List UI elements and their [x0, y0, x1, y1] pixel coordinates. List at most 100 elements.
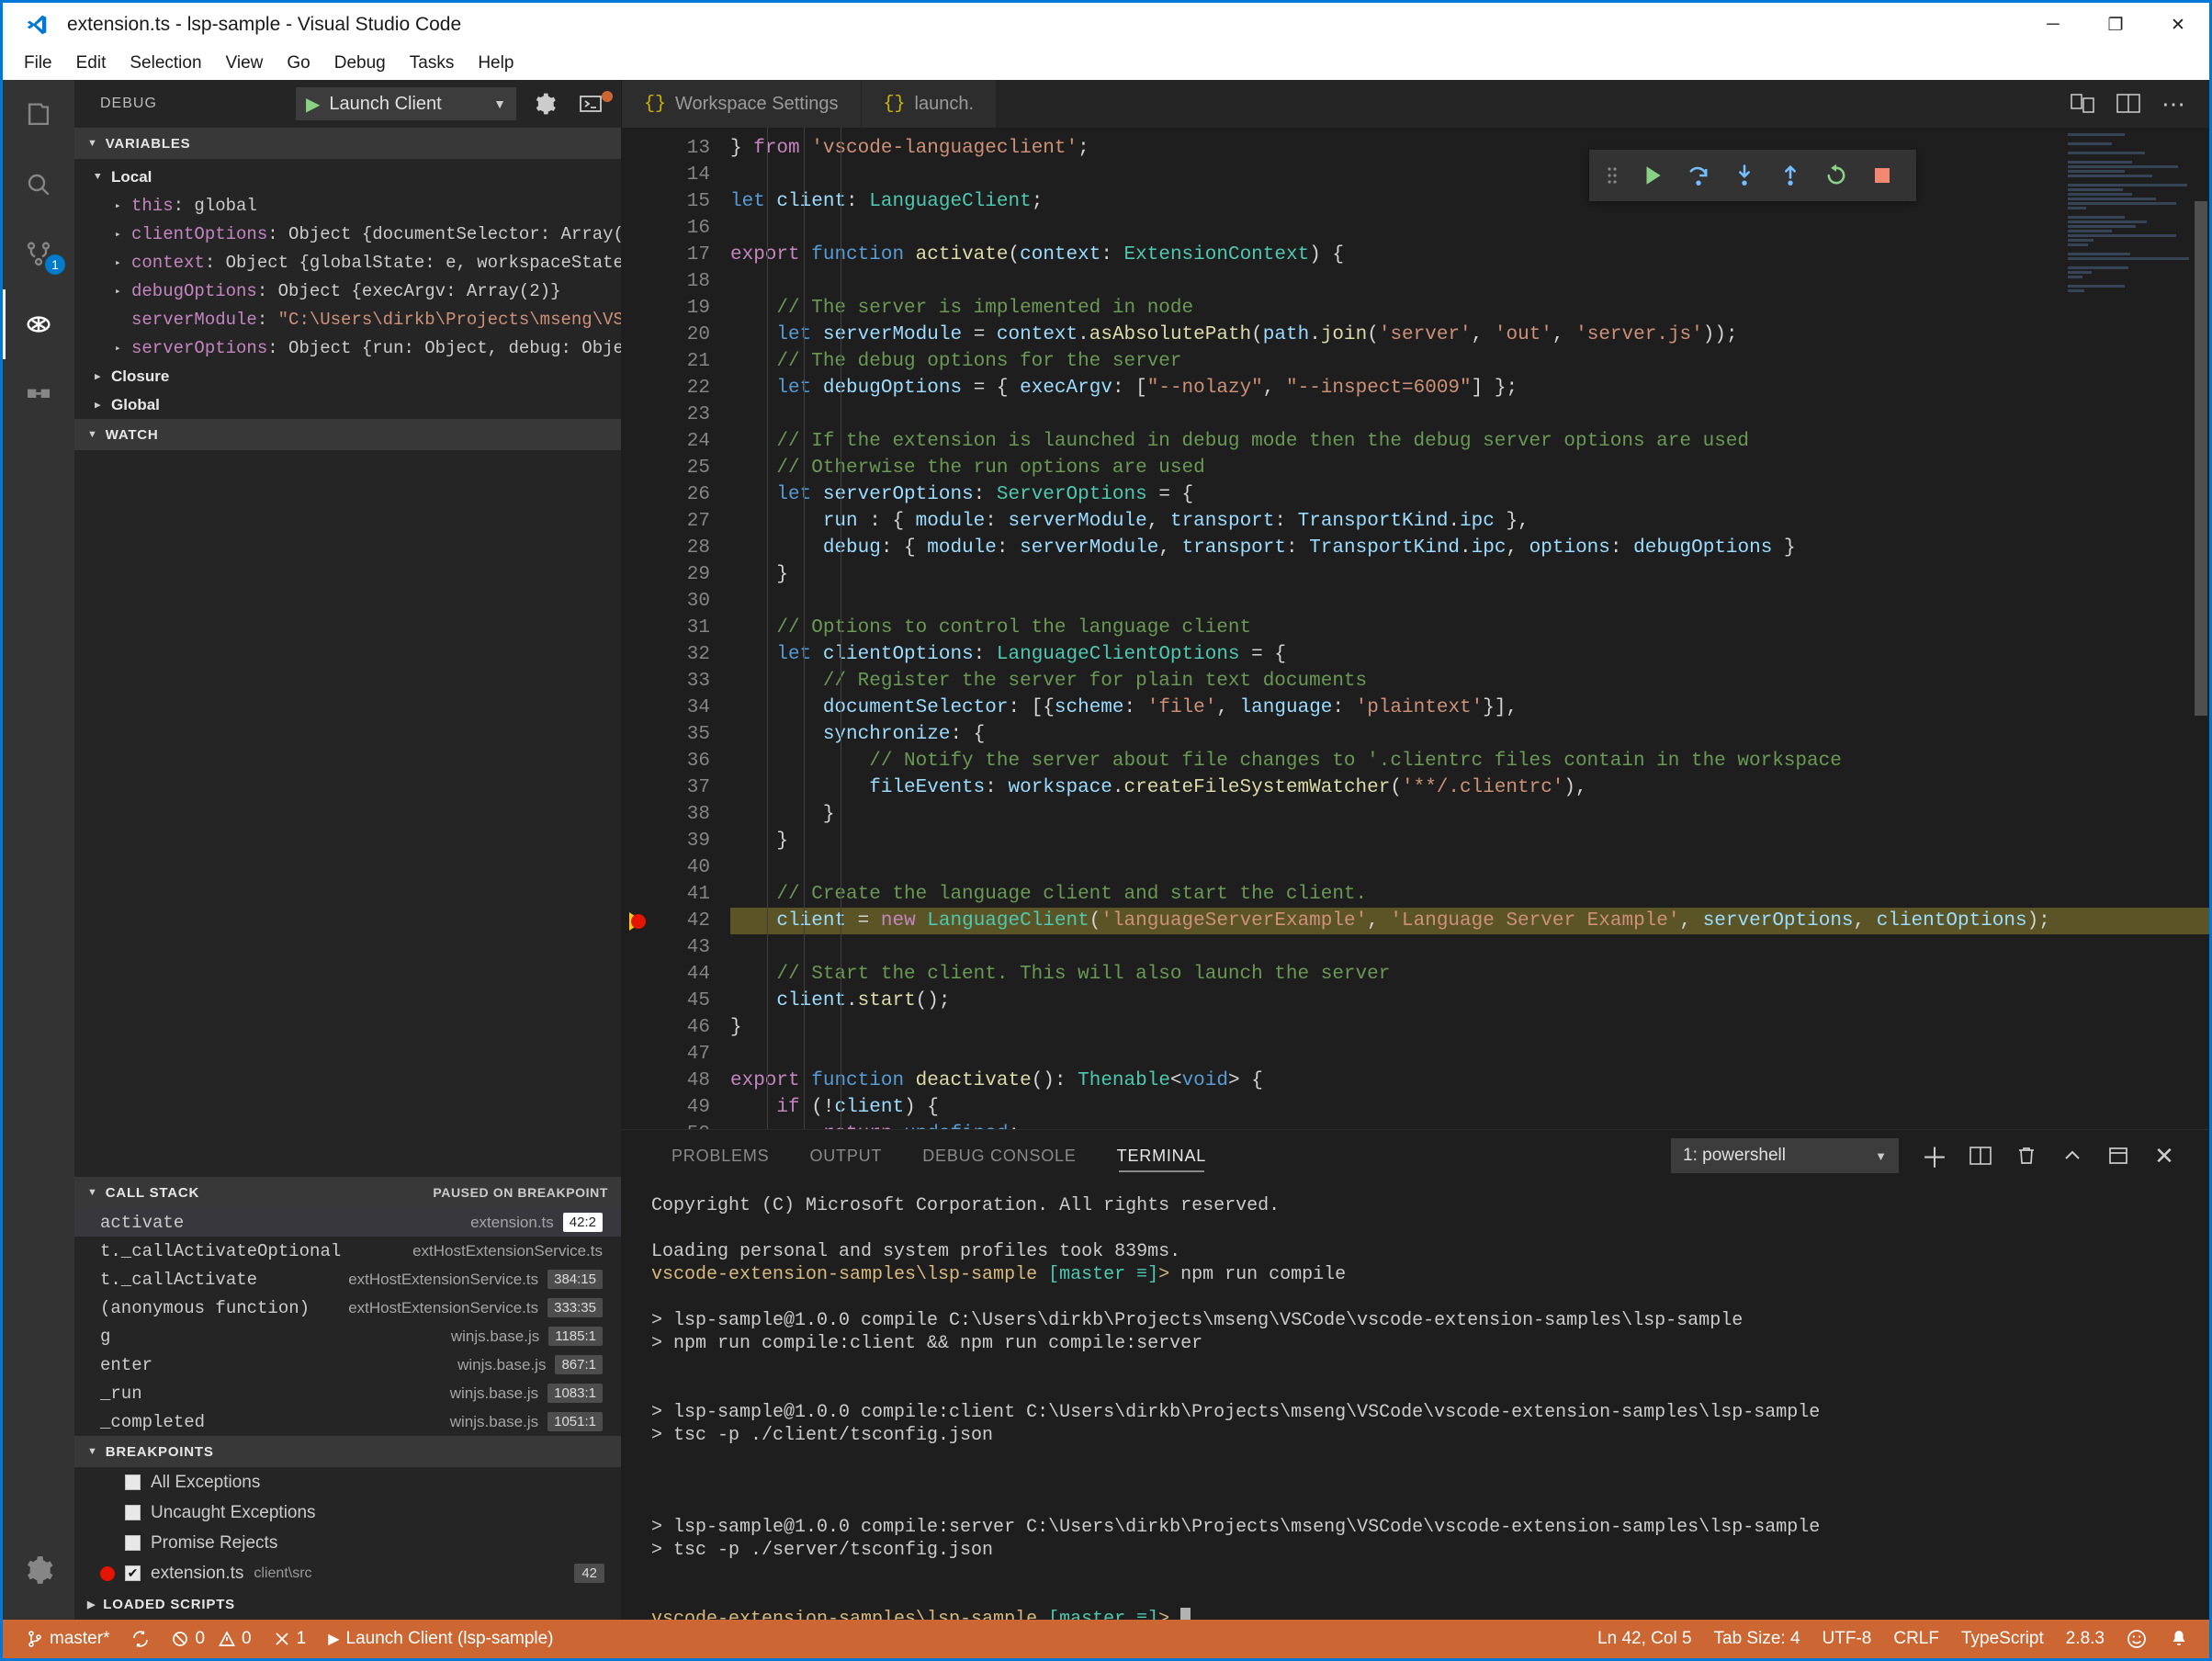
callstack-frame[interactable]: (anonymous function) extHostExtensionServ…: [74, 1294, 621, 1322]
callstack-frame[interactable]: _completed winjs.base.js 1051:1: [74, 1407, 621, 1436]
code-line[interactable]: [730, 1041, 2209, 1068]
status-eol[interactable]: CRLF: [1882, 1620, 1950, 1658]
code-line[interactable]: }: [730, 561, 2209, 588]
code-line[interactable]: // Create the language client and start …: [730, 881, 2209, 908]
variable-row-this[interactable]: ▸ this: global: [74, 191, 621, 220]
code-line[interactable]: // Options to control the language clien…: [730, 615, 2209, 641]
status-problems[interactable]: 0 0: [161, 1620, 262, 1658]
status-encoding[interactable]: UTF-8: [1811, 1620, 1883, 1658]
code-line[interactable]: [730, 401, 2209, 428]
callstack-frame[interactable]: activate extension.ts 42:2: [74, 1208, 621, 1237]
code-editor[interactable]: 13 14 15 16 17 18 19 20 21 22 23 24 25 26 27 28 29 30 31 32…: [622, 128, 2209, 1129]
terminal-output[interactable]: Copyright (C) Microsoft Corporation. All…: [622, 1181, 2209, 1620]
split-terminal-icon[interactable]: [1958, 1134, 2003, 1178]
debug-settings-gear-icon[interactable]: [527, 92, 562, 116]
code-line[interactable]: let client: LanguageClient;: [730, 188, 2209, 215]
code-line[interactable]: [730, 934, 2209, 961]
status-tab-size[interactable]: Tab Size: 4: [1703, 1620, 1811, 1658]
more-actions-icon[interactable]: ⋯: [2161, 92, 2187, 116]
code-line[interactable]: let debugOptions = { execArgv: ["--nolaz…: [730, 375, 2209, 401]
new-terminal-icon[interactable]: ＋: [1912, 1134, 1958, 1178]
code-line[interactable]: [730, 854, 2209, 881]
code-line[interactable]: if (!client) {: [730, 1094, 2209, 1121]
status-branch[interactable]: master*: [16, 1620, 120, 1658]
minimize-button[interactable]: ─: [2022, 4, 2084, 46]
code-line[interactable]: }: [730, 828, 2209, 854]
activity-search-icon[interactable]: [3, 150, 74, 220]
status-sync-button[interactable]: [120, 1620, 161, 1658]
code-line[interactable]: let serverModule = context.asAbsolutePat…: [730, 322, 2209, 348]
start-debug-play-icon[interactable]: ▶: [297, 93, 329, 116]
editor-scrollbar-thumb[interactable]: [2195, 201, 2207, 716]
status-feedback-smiley-icon[interactable]: [2116, 1620, 2158, 1658]
code-line[interactable]: export function activate(context: Extens…: [730, 242, 2209, 268]
maximize-button[interactable]: ❐: [2084, 4, 2147, 46]
code-line[interactable]: client.start();: [730, 988, 2209, 1014]
code-line[interactable]: [730, 268, 2209, 295]
breakpoint-checkbox[interactable]: ✔: [125, 1565, 141, 1581]
variable-scope-closure[interactable]: ▶ Closure: [74, 362, 621, 390]
drag-handle-icon[interactable]: [1600, 164, 1630, 187]
editor-scrollbar[interactable]: [2195, 128, 2207, 1129]
breakpoint-row[interactable]: All Exceptions: [74, 1467, 621, 1497]
variable-row-serverModule[interactable]: serverModule: "C:\Users\dirkb\Projects\m…: [74, 305, 621, 333]
code-line[interactable]: } from 'vscode-languageclient';: [730, 135, 2209, 162]
terminal-selector-dropdown[interactable]: 1: powershell ▼: [1671, 1138, 1899, 1173]
code-line[interactable]: // Register the server for plain text do…: [730, 668, 2209, 695]
toggle-maximize-icon[interactable]: [2095, 1134, 2141, 1178]
code-line[interactable]: run : { module: serverModule, transport:…: [730, 508, 2209, 535]
breakpoint-row[interactable]: Uncaught Exceptions: [74, 1497, 621, 1528]
chevron-right-icon[interactable]: ▸: [115, 256, 131, 269]
variable-scope-global[interactable]: ▶ Global: [74, 390, 621, 419]
chevron-right-icon[interactable]: ▸: [115, 285, 131, 298]
code-line[interactable]: documentSelector: [{scheme: 'file', lang…: [730, 695, 2209, 721]
status-version[interactable]: 2.8.3: [2055, 1620, 2116, 1658]
kill-terminal-trash-icon[interactable]: [2003, 1134, 2049, 1178]
code-line[interactable]: [730, 588, 2209, 615]
code-line[interactable]: // The debug options for the server: [730, 348, 2209, 375]
callstack-frame[interactable]: t._callActivateOptional extHostExtensionS…: [74, 1237, 621, 1265]
debug-configuration-dropdown[interactable]: ▶ Launch Client ▼: [296, 87, 516, 120]
split-editor-icon[interactable]: [2116, 92, 2141, 116]
menu-edit[interactable]: Edit: [64, 50, 118, 77]
variables-section-header[interactable]: ▼ VARIABLES: [74, 128, 621, 159]
maximize-panel-chevron-up-icon[interactable]: [2049, 1134, 2095, 1178]
variable-row-context[interactable]: ▸ context: Object {globalState: e, worksp…: [74, 248, 621, 277]
minimap[interactable]: [2068, 133, 2196, 292]
code-line[interactable]: // If the extension is launched in debug…: [730, 428, 2209, 455]
code-content[interactable]: } from 'vscode-languageclient'; let clie…: [710, 128, 2209, 1129]
variable-scope-local[interactable]: ▼ Local: [74, 163, 621, 191]
code-line[interactable]: fileEvents: workspace.createFileSystemWa…: [730, 774, 2209, 801]
breakpoint-row[interactable]: ✔ extension.ts client\src 42: [74, 1558, 621, 1588]
code-line[interactable]: let clientOptions: LanguageClientOptions…: [730, 641, 2209, 668]
code-line[interactable]: client = new LanguageClient('languageSer…: [730, 908, 2209, 934]
status-language-mode[interactable]: TypeScript: [1950, 1620, 2055, 1658]
code-line[interactable]: // Start the client. This will also laun…: [730, 961, 2209, 988]
debug-step-over-button[interactable]: [1676, 154, 1721, 197]
debug-console-icon[interactable]: [573, 91, 613, 115]
callstack-frame[interactable]: enter winjs.base.js 867:1: [74, 1350, 621, 1379]
chevron-down-icon[interactable]: ▼: [1869, 1149, 1892, 1163]
status-ports[interactable]: 1: [263, 1620, 318, 1658]
activity-source-control-icon[interactable]: 1: [3, 220, 74, 289]
menu-debug[interactable]: Debug: [322, 50, 398, 77]
breakpoint-checkbox[interactable]: [125, 1535, 141, 1551]
activity-settings-gear-icon[interactable]: [3, 1535, 74, 1605]
close-panel-icon[interactable]: ✕: [2141, 1134, 2187, 1178]
callstack-frame[interactable]: t._callActivate extHostExtensionService.t…: [74, 1265, 621, 1294]
debug-restart-button[interactable]: [1813, 154, 1859, 197]
breakpoint-row[interactable]: Promise Rejects: [74, 1528, 621, 1558]
status-debug-session[interactable]: ▶ Launch Client (lsp-sample): [317, 1620, 564, 1658]
callstack-frame[interactable]: _run winjs.base.js 1083:1: [74, 1379, 621, 1407]
panel-tab-terminal[interactable]: TERMINAL: [1097, 1130, 1226, 1181]
code-line[interactable]: synchronize: {: [730, 721, 2209, 748]
code-line[interactable]: let serverOptions: ServerOptions = {: [730, 481, 2209, 508]
chevron-right-icon[interactable]: ▸: [115, 342, 131, 355]
variable-row-serverOptions[interactable]: ▸ serverOptions: Object {run: Object, deb…: [74, 333, 621, 362]
menu-help[interactable]: Help: [466, 50, 525, 77]
debug-continue-button[interactable]: [1630, 154, 1676, 197]
tab-launch-json[interactable]: {} launch.: [861, 80, 998, 128]
code-line[interactable]: // The server is implemented in node: [730, 295, 2209, 322]
panel-tab-output[interactable]: OUTPUT: [789, 1130, 902, 1181]
close-button[interactable]: ✕: [2147, 4, 2209, 46]
